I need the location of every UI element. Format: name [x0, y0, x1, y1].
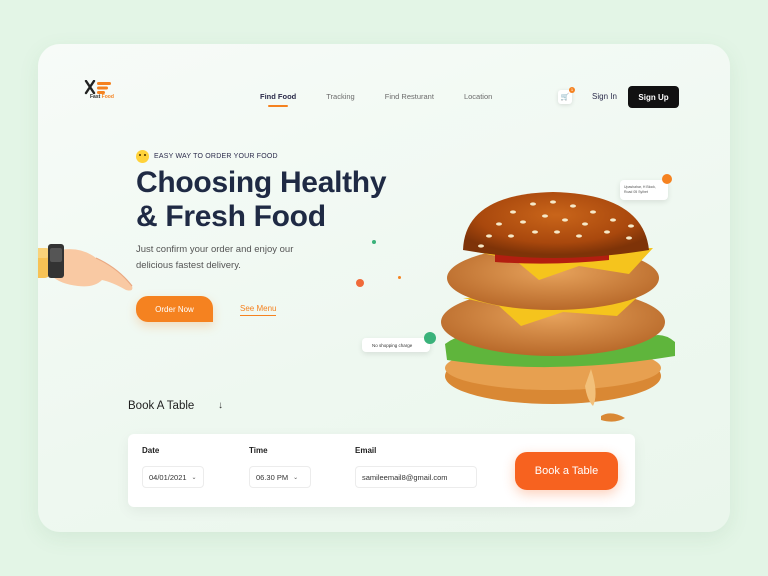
- decor-dot-red: [356, 279, 364, 287]
- arrow-down-icon: ↓: [218, 400, 223, 411]
- email-label: Email: [355, 446, 377, 455]
- nav-tracking[interactable]: Tracking: [326, 92, 354, 101]
- email-field[interactable]: samileemail8@gmail.com: [355, 466, 477, 488]
- email-value: samileemail8@gmail.com: [362, 472, 448, 482]
- pointing-hand-illustration: [38, 244, 133, 291]
- address-text: Upashahar, H Block, Road 05 Sylhet: [624, 185, 656, 194]
- brand-logo[interactable]: Fast Food: [84, 80, 118, 106]
- time-select[interactable]: 06.30 PM ⌄: [249, 466, 311, 488]
- cart-count-badge: 1: [569, 87, 575, 93]
- brand-name-part2: Food: [101, 94, 114, 100]
- book-table-button[interactable]: Book a Table: [515, 452, 618, 490]
- brand-name-part1: Fast: [90, 94, 101, 100]
- chevron-down-icon: ⌄: [191, 474, 197, 481]
- brand-name: Fast Food: [90, 94, 114, 100]
- time-value: 06.30 PM: [256, 472, 289, 482]
- sign-in-link[interactable]: Sign In: [592, 92, 617, 101]
- chevron-down-icon: ⌄: [293, 474, 299, 481]
- booking-form: Date 04/01/2021 ⌄ Time 06.30 PM ⌄ Email …: [128, 434, 635, 507]
- address-tag: Upashahar, H Block, Road 05 Sylhet: [620, 174, 672, 200]
- headline-line-2: & Fresh Food: [136, 200, 326, 233]
- date-label: Date: [142, 446, 160, 455]
- sign-up-button[interactable]: Sign Up: [628, 86, 679, 108]
- location-pin-icon: [662, 174, 672, 184]
- decor-dot-orange: [398, 276, 401, 279]
- main-nav: Find Food Tracking Find Resturant Locati…: [260, 92, 492, 107]
- shipping-text: No shopping charge: [372, 342, 413, 348]
- order-now-button[interactable]: Order Now: [136, 296, 213, 322]
- nav-location[interactable]: Location: [464, 92, 492, 101]
- hero-headline: Choosing Healthy & Fresh Food: [136, 166, 387, 234]
- hero-subtext: Just confirm your order and enjoy our de…: [136, 244, 294, 271]
- cart-button[interactable]: 🛒 1: [558, 87, 575, 104]
- cart-icon: 🛒: [560, 94, 570, 101]
- book-table-title: Book A Table: [128, 400, 195, 412]
- shipping-tag: No shopping charge: [362, 332, 436, 352]
- smiley-icon: [136, 150, 149, 163]
- decor-dot-green: [372, 240, 376, 244]
- eyebrow-text: EASY WAY TO ORDER YOUR FOOD: [154, 153, 278, 160]
- main-card: Fast Food Find Food Tracking Find Restur…: [38, 44, 730, 532]
- headline-line-1: Choosing Healthy: [136, 166, 387, 199]
- see-menu-link[interactable]: See Menu: [240, 304, 277, 316]
- hero-eyebrow: EASY WAY TO ORDER YOUR FOOD: [136, 150, 278, 163]
- check-icon: [424, 332, 436, 344]
- date-select[interactable]: 04/01/2021 ⌄: [142, 466, 204, 488]
- nav-find-food[interactable]: Find Food: [260, 92, 296, 107]
- time-label: Time: [249, 446, 268, 455]
- nav-find-resturant[interactable]: Find Resturant: [385, 92, 434, 101]
- date-value: 04/01/2021: [149, 472, 187, 482]
